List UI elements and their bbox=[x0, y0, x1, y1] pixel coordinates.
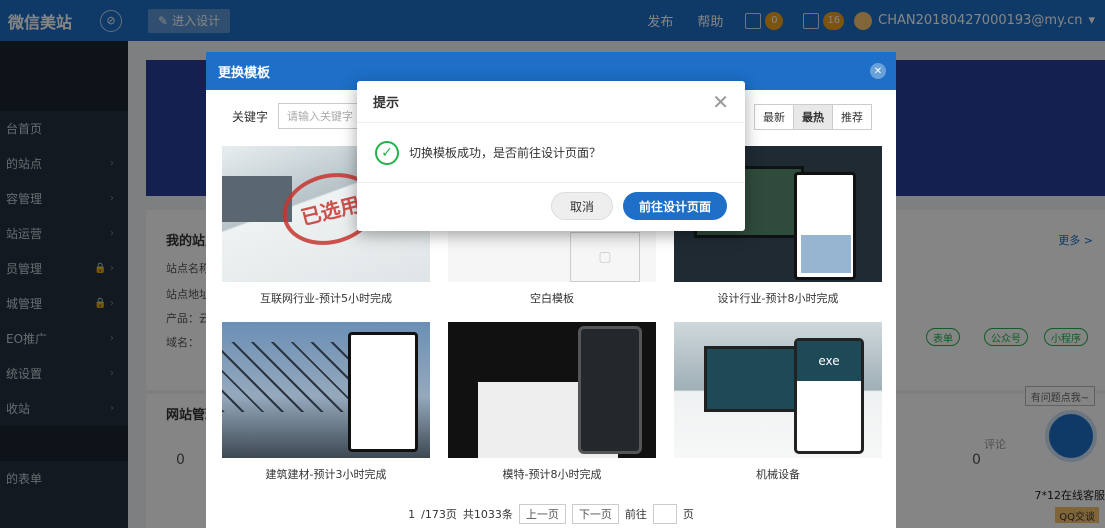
template-name: 空白模板 bbox=[530, 292, 574, 305]
dialog-message: 切换模板成功，是否前往设计页面？ bbox=[409, 146, 602, 160]
check-circle-icon: ✓ bbox=[375, 140, 399, 165]
sort-recommended-button[interactable]: 推荐 bbox=[832, 105, 871, 129]
sort-hottest-button[interactable]: 最热 bbox=[793, 105, 832, 129]
template-name: 机械设备 bbox=[756, 468, 800, 481]
thumbnail-structure bbox=[222, 342, 352, 412]
dialog-body: ✓ 切换模板成功，是否前往设计页面？ bbox=[357, 123, 745, 183]
keyword-label: 关键字 bbox=[232, 109, 269, 124]
template-name: 设计行业-预计8小时完成 bbox=[717, 292, 839, 305]
next-page-button[interactable]: 下一页 bbox=[571, 504, 619, 524]
cancel-button[interactable]: 取消 bbox=[550, 192, 613, 220]
template-card[interactable]: exe 机械设备 bbox=[674, 322, 882, 482]
modal-title: 更换模板 bbox=[218, 65, 271, 81]
thumbnail-phone bbox=[348, 332, 418, 452]
dialog-header: 提示 ✕ bbox=[357, 81, 745, 123]
close-icon[interactable]: ✕ bbox=[870, 63, 886, 79]
go-to-design-button[interactable]: 前往设计页面 bbox=[622, 192, 727, 220]
dialog-title: 提示 bbox=[373, 96, 400, 111]
template-card[interactable]: 模特-预计8小时完成 bbox=[448, 322, 656, 482]
page-unit-label: 页 bbox=[682, 508, 694, 521]
goto-label: 前往 bbox=[624, 508, 647, 521]
total-count: 共1033条 bbox=[462, 508, 513, 521]
template-thumbnail[interactable]: exe bbox=[674, 322, 882, 458]
close-icon[interactable]: ✕ bbox=[712, 92, 729, 112]
goto-page-input[interactable] bbox=[652, 504, 677, 524]
template-name: 建筑建材-预计3小时完成 bbox=[265, 468, 387, 481]
sort-newest-button[interactable]: 最新 bbox=[755, 105, 793, 129]
current-page: 1 bbox=[408, 507, 416, 521]
dialog-footer: 取消 前往设计页面 bbox=[357, 183, 745, 229]
prev-page-button[interactable]: 上一页 bbox=[518, 504, 566, 524]
blank-template-placeholder: ▢ bbox=[570, 232, 640, 282]
thumbnail-phone: exe bbox=[794, 338, 864, 454]
sort-group: 最新 最热 推荐 bbox=[754, 104, 872, 130]
confirm-dialog: 提示 ✕ ✓ 切换模板成功，是否前往设计页面？ 取消 前往设计页面 bbox=[357, 81, 745, 231]
template-thumbnail[interactable] bbox=[222, 322, 430, 458]
template-name: 互联网行业-预计5小时完成 bbox=[260, 292, 392, 305]
template-card[interactable]: 建筑建材-预计3小时完成 bbox=[222, 322, 430, 482]
thumbnail-phone bbox=[578, 326, 642, 454]
template-thumbnail[interactable] bbox=[448, 322, 656, 458]
pagination: 1 /173页 共1033条 上一页 下一页 前往 页 bbox=[206, 500, 896, 528]
thumbnail-phone bbox=[794, 172, 856, 280]
total-pages: /173页 bbox=[421, 508, 457, 521]
template-name: 模特-预计8小时完成 bbox=[502, 468, 602, 481]
